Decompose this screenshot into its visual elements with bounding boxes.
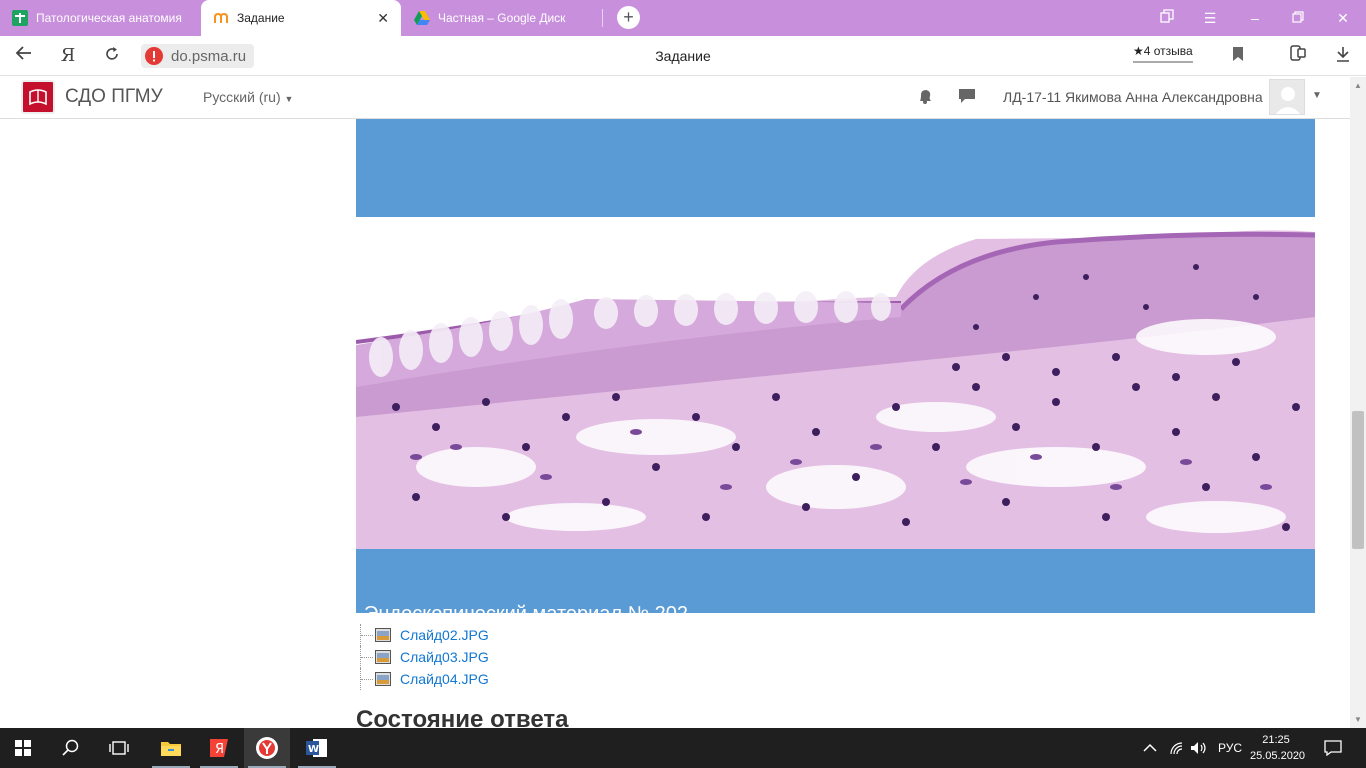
reviews-link[interactable]: ★4 отзыва: [1133, 44, 1193, 63]
file-link-slide02[interactable]: Слайд02.JPG: [360, 624, 489, 646]
new-tab-button[interactable]: +: [617, 6, 640, 29]
wifi-icon[interactable]: [1169, 728, 1185, 768]
user-name[interactable]: ЛД-17-11 Якимова Анна Александровна: [1003, 89, 1263, 105]
image-file-icon: [375, 650, 391, 664]
volume-icon[interactable]: [1190, 728, 1208, 768]
scrollbar-thumb[interactable]: [1352, 411, 1364, 549]
submission-status-heading: Состояние ответа: [356, 706, 569, 728]
input-language-indicator[interactable]: РУС: [1218, 728, 1242, 768]
page-scrollbar[interactable]: ▲ ▼: [1350, 77, 1366, 728]
histology-image: [356, 217, 1315, 549]
messages-icon[interactable]: [958, 87, 978, 107]
language-label: Русский (ru): [203, 89, 281, 105]
language-menu[interactable]: Русский (ru) ▼: [203, 89, 293, 105]
page-content: Эндоскопический материал № 202 Слайд02.J…: [0, 119, 1350, 728]
windows-start-icon[interactable]: [0, 728, 46, 768]
action-center-icon[interactable]: [1324, 728, 1342, 768]
close-window-icon[interactable]: ✕: [1333, 8, 1353, 28]
yandex-app-icon[interactable]: Я: [196, 728, 242, 768]
caret-down-icon: ▼: [284, 94, 294, 104]
file-name: Слайд04.JPG: [400, 671, 489, 687]
site-logo[interactable]: [21, 80, 55, 114]
slide-image: Эндоскопический материал № 202: [356, 119, 1315, 613]
image-file-icon: [375, 628, 391, 642]
tab-google-drive[interactable]: Частная – Google Диск: [402, 0, 602, 36]
system-clock[interactable]: 21:25 25.05.2020: [1250, 732, 1306, 764]
task-view-icon[interactable]: [96, 728, 142, 768]
slide-caption: Эндоскопический материал № 202: [364, 603, 688, 613]
tab-label: Частная – Google Диск: [438, 11, 566, 25]
google-drive-icon: [414, 10, 430, 26]
search-icon[interactable]: [48, 728, 94, 768]
bookmark-icon[interactable]: [1226, 44, 1250, 68]
moodle-icon: [213, 10, 229, 26]
extensions-icon[interactable]: [1286, 44, 1310, 68]
attached-files-list: Слайд02.JPG Слайд03.JPG Слайд04.JPG: [360, 624, 489, 690]
tab-pathology[interactable]: Патологическая анатомия: [0, 0, 200, 36]
address-bar: Я do.psma.ru Задание ★4 отзыва: [0, 36, 1366, 76]
scroll-up-arrow-icon[interactable]: ▲: [1354, 81, 1362, 90]
yandex-browser-icon[interactable]: [244, 728, 290, 768]
tab-label: Патологическая анатомия: [36, 11, 182, 25]
tabs-overview-icon[interactable]: [1157, 8, 1177, 28]
user-menu-caret-icon[interactable]: ▼: [1312, 90, 1322, 101]
moodle-green-icon: [12, 10, 28, 26]
clock-date: 25.05.2020: [1250, 750, 1306, 762]
scroll-down-arrow-icon[interactable]: ▼: [1354, 715, 1362, 724]
file-explorer-icon[interactable]: [148, 728, 194, 768]
image-file-icon: [375, 672, 391, 686]
clock-time: 21:25: [1262, 734, 1290, 746]
site-brand[interactable]: СДО ПГМУ: [65, 86, 163, 108]
file-name: Слайд03.JPG: [400, 649, 489, 665]
minimize-icon[interactable]: –: [1245, 8, 1265, 28]
tab-label: Задание: [237, 11, 285, 25]
site-header: СДО ПГМУ Русский (ru) ▼ ЛД-17-11 Якимова…: [0, 77, 1350, 119]
word-icon[interactable]: W: [294, 728, 340, 768]
menu-icon[interactable]: ☰: [1200, 8, 1220, 28]
svg-text:Я: Я: [215, 742, 224, 757]
tab-assignment[interactable]: Задание ✕: [201, 0, 401, 36]
restore-icon[interactable]: [1288, 8, 1308, 28]
browser-tab-strip: Патологическая анатомия Задание ✕ Частна…: [0, 0, 1366, 36]
tab-separator: [602, 9, 603, 27]
file-link-slide03[interactable]: Слайд03.JPG: [360, 646, 489, 668]
svg-text:W: W: [308, 744, 319, 755]
show-hidden-icons-icon[interactable]: [1143, 728, 1157, 768]
bell-icon[interactable]: [916, 87, 936, 107]
file-name: Слайд02.JPG: [400, 627, 489, 643]
windows-taskbar: Я W РУС 21:25 25.05.2020: [0, 728, 1366, 768]
user-avatar[interactable]: [1269, 79, 1305, 115]
download-icon[interactable]: [1331, 44, 1355, 68]
file-link-slide04[interactable]: Слайд04.JPG: [360, 668, 489, 690]
close-tab-icon[interactable]: ✕: [377, 10, 389, 27]
